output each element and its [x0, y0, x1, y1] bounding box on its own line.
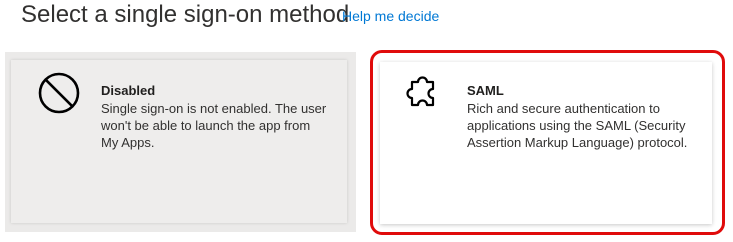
disabled-option-heading: Disabled	[101, 83, 156, 98]
saml-option-description: Rich and secure authentication to applic…	[467, 101, 688, 150]
saml-option-heading: SAML	[467, 83, 504, 98]
puzzle-piece-icon	[405, 74, 441, 112]
saml-option-text: SAML Rich and secure authentication to a…	[467, 82, 697, 151]
prohibited-icon	[37, 71, 81, 115]
disabled-option-card[interactable]: Disabled Single sign-on is not enabled. …	[11, 60, 347, 223]
saml-option-card[interactable]: SAML Rich and secure authentication to a…	[380, 62, 712, 224]
help-me-decide-link[interactable]: Help me decide	[342, 7, 439, 25]
disabled-option-description: Single sign-on is not enabled. The user …	[101, 101, 327, 150]
page-title: Select a single sign-on method	[21, 1, 350, 28]
sso-method-page: Select a single sign-on method Help me d…	[0, 0, 733, 242]
disabled-option-text: Disabled Single sign-on is not enabled. …	[101, 82, 331, 151]
